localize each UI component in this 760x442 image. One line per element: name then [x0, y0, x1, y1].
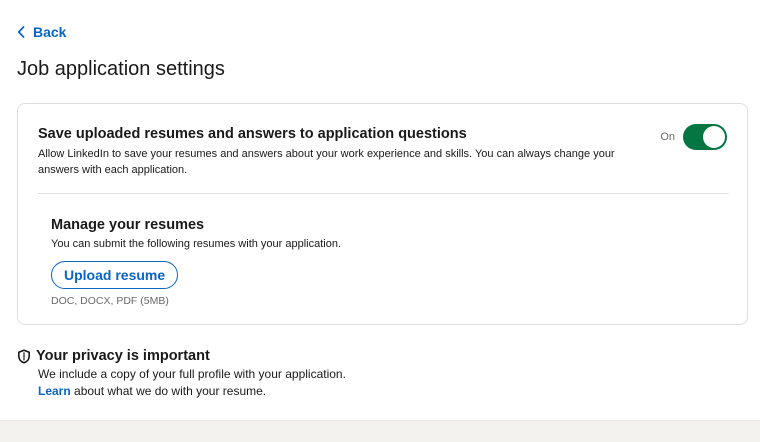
privacy-line-1: We include a copy of your full profile w… — [38, 367, 346, 381]
back-link[interactable]: Back — [17, 24, 66, 40]
learn-link[interactable]: Learn — [38, 384, 71, 398]
manage-resumes-heading: Manage your resumes — [51, 217, 205, 233]
back-label: Back — [33, 24, 67, 40]
divider — [38, 193, 729, 194]
privacy-section: Your privacy is important We include a c… — [17, 348, 346, 400]
chevron-left-icon — [17, 26, 25, 38]
page-title: Job application settings — [17, 58, 225, 80]
settings-page: Back Job application settings Save uploa… — [0, 0, 760, 421]
save-answers-toggle[interactable] — [683, 124, 727, 150]
privacy-line-2-text: about what we do with your resume. — [70, 384, 267, 398]
file-types-note: DOC, DOCX, PDF (5MB) — [51, 295, 169, 307]
toggle-knob — [703, 126, 725, 148]
save-setting-heading: Save uploaded resumes and answers to app… — [38, 126, 467, 142]
privacy-heading-row: Your privacy is important — [17, 348, 346, 364]
privacy-heading: Your privacy is important — [36, 348, 210, 364]
privacy-line-2: Learn about what we do with your resume. — [17, 383, 346, 400]
upload-resume-button[interactable]: Upload resume — [51, 261, 179, 289]
shield-icon — [18, 348, 30, 364]
save-toggle-group: On — [660, 124, 727, 150]
settings-card: Save uploaded resumes and answers to app… — [17, 103, 748, 325]
toggle-state-label: On — [660, 131, 675, 143]
save-setting-description: Allow LinkedIn to save your resumes and … — [38, 148, 615, 176]
manage-resumes-description: You can submit the following resumes wit… — [51, 238, 342, 250]
